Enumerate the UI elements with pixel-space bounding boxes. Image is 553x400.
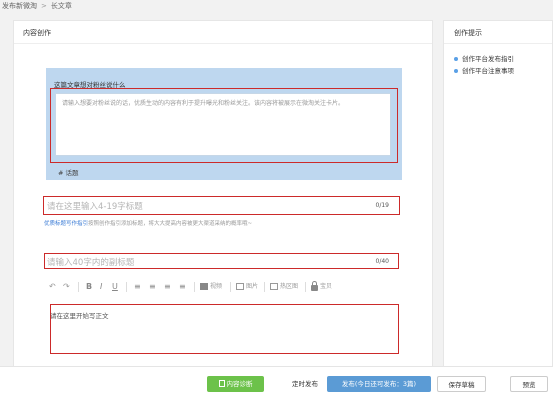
publish-button[interactable]: 发布(今日还可发布：3篇) <box>327 376 431 392</box>
breadcrumb-separator: > <box>41 2 47 10</box>
breadcrumb: 发布新微淘 > 长文章 <box>2 1 72 11</box>
content-creation-panel: 内容创作 这篇文章想对粉丝说什么 请输入想要对粉丝说的话，优质生动的内容有利于提… <box>13 20 433 375</box>
image-label: 图片 <box>246 283 259 290</box>
sidebar-divider <box>444 43 552 44</box>
video-button[interactable]: 视频 <box>200 280 222 294</box>
underline-button[interactable]: U <box>112 280 118 294</box>
sidebar-title: 创作提示 <box>454 29 482 37</box>
hashtag-button[interactable]: # 话题 <box>58 167 79 177</box>
justify-icon[interactable]: ≡ <box>179 280 186 294</box>
bullet-icon <box>454 69 458 73</box>
subtitle-placeholder: 请输入40字内的副标题 <box>47 258 135 268</box>
title-counter: 0/19 <box>375 202 389 209</box>
bullet-icon <box>454 57 458 61</box>
title-tip-text: 按照创作指引添加标题，将大大提高内容被更大渠道采纳的概率哦~ <box>88 221 253 227</box>
toolbar-divider <box>264 282 265 292</box>
video-label: 视频 <box>210 283 223 290</box>
bold-button[interactable]: B <box>86 280 92 294</box>
save-draft-button[interactable]: 保存草稿 <box>437 376 486 392</box>
image-button[interactable]: 图片 <box>236 280 258 294</box>
editor-toolbar: ↶ ↷ B I U ≡ ≡ ≡ ≡ 视频 图片 热区图 宝贝 <box>49 280 409 294</box>
treasure-button[interactable]: 宝贝 <box>311 280 332 294</box>
panel-divider <box>14 43 432 44</box>
toolbar-divider <box>194 282 195 292</box>
breadcrumb-root[interactable]: 发布新微淘 <box>2 2 37 10</box>
breadcrumb-current: 长文章 <box>50 2 72 10</box>
video-icon <box>200 283 208 290</box>
image-icon <box>236 283 244 290</box>
intro-highlight-box <box>50 88 398 163</box>
diagnose-label: 内容诊断 <box>226 380 253 388</box>
title-tip: 优质标题写作指引按照创作指引添加标题，将大大提高内容被更大渠道采纳的概率哦~ <box>44 219 252 227</box>
tips-sidebar: 创作提示 创作平台发布指引 创作平台注意事项 <box>443 20 553 375</box>
diagnose-button[interactable]: 内容诊断 <box>207 376 264 392</box>
italic-button[interactable]: I <box>100 280 102 294</box>
action-bar: 内容诊断 定时发布 发布(今日还可发布：3篇) 保存草稿 预览 <box>0 366 553 400</box>
sidebar-link-label: 创作平台发布指引 <box>462 55 514 63</box>
subtitle-input[interactable]: 请输入40字内的副标题 0/40 <box>44 253 399 269</box>
hotspot-icon <box>270 283 278 290</box>
bag-icon <box>311 280 318 291</box>
undo-icon[interactable]: ↶ <box>49 280 56 294</box>
sidebar-link[interactable]: 创作平台注意事项 <box>454 65 514 77</box>
redo-icon[interactable]: ↷ <box>63 280 70 294</box>
body-placeholder: 请在这里开始写正文 <box>50 312 109 320</box>
treasure-label: 宝贝 <box>320 283 333 290</box>
sidebar-link-label: 创作平台注意事项 <box>462 67 514 75</box>
align-center-icon[interactable]: ≡ <box>149 280 156 294</box>
toolbar-divider <box>305 282 306 292</box>
hotspot-label: 热区图 <box>280 283 299 290</box>
timed-publish-button[interactable]: 定时发布 <box>286 376 324 392</box>
sidebar-link[interactable]: 创作平台发布指引 <box>454 53 514 65</box>
toolbar-divider <box>230 282 231 292</box>
topic-section: 这篇文章想对粉丝说什么 请输入想要对粉丝说的话，优质生动的内容有利于提升曝光和粉… <box>46 68 402 180</box>
title-guide-link[interactable]: 优质标题写作指引 <box>44 221 88 227</box>
align-left-icon[interactable]: ≡ <box>134 280 141 294</box>
sidebar-links: 创作平台发布指引 创作平台注意事项 <box>454 53 514 77</box>
title-placeholder: 请在这里输入4-19字标题 <box>47 202 143 212</box>
title-input[interactable]: 请在这里输入4-19字标题 0/19 <box>43 196 400 215</box>
hotspot-button[interactable]: 热区图 <box>270 280 298 294</box>
document-icon <box>218 379 225 387</box>
toolbar-divider <box>126 282 127 292</box>
panel-title: 内容创作 <box>23 29 51 37</box>
align-right-icon[interactable]: ≡ <box>164 280 171 294</box>
subtitle-counter: 0/40 <box>375 258 389 265</box>
preview-button[interactable]: 预览 <box>510 376 548 392</box>
toolbar-divider <box>78 282 79 292</box>
